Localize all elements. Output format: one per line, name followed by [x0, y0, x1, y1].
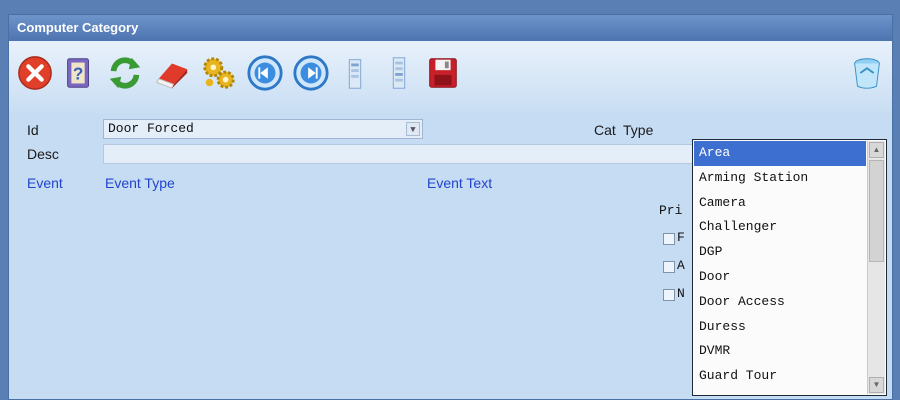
type-option[interactable]: Duress: [694, 315, 866, 340]
cat-label: Cat: [594, 122, 616, 138]
eraser-button[interactable]: [152, 53, 192, 93]
option-checkbox-1-label: F: [677, 230, 685, 245]
id-label: Id: [27, 122, 39, 138]
svg-text:?: ?: [73, 65, 83, 84]
scrollbar-thumb[interactable]: [869, 160, 884, 262]
event-type-header: Event Type: [105, 175, 175, 191]
page-down-button[interactable]: [379, 53, 419, 93]
type-dropdown-items: Area Arming Station Camera Challenger DGP Doo…: [694, 141, 866, 389]
toolbar: ?: [9, 41, 892, 113]
event-text-header: Event Text: [427, 175, 493, 191]
chevron-down-icon[interactable]: ▼: [406, 122, 420, 136]
type-option[interactable]: Guard Tour: [694, 364, 866, 389]
pri-label: Pri: [659, 203, 683, 218]
settings-button[interactable]: [199, 53, 239, 93]
save-icon: [429, 58, 457, 88]
page-up-icon: [348, 59, 362, 89]
desc-field[interactable]: [103, 144, 693, 164]
close-icon: [18, 56, 52, 90]
scroll-down-icon[interactable]: ▼: [869, 377, 884, 393]
gears-icon: [203, 57, 235, 89]
type-option[interactable]: Challenger: [694, 215, 866, 240]
recycle-bin-icon: [854, 58, 880, 89]
type-option[interactable]: Arming Station: [694, 166, 866, 191]
option-checkbox-3-label: N: [677, 286, 685, 301]
option-checkbox-3[interactable]: [663, 289, 675, 301]
dropdown-scrollbar[interactable]: ▲ ▼: [867, 141, 885, 394]
type-dropdown-list[interactable]: Area Arming Station Camera Challenger DGP Doo…: [692, 139, 887, 396]
type-option[interactable]: DVMR: [694, 339, 866, 364]
refresh-icon: [109, 57, 141, 89]
event-header: Event: [27, 175, 63, 191]
type-option[interactable]: Door Access: [694, 290, 866, 315]
type-option[interactable]: Camera: [694, 191, 866, 216]
window-title: Computer Category: [9, 15, 892, 41]
save-button[interactable]: [423, 53, 463, 93]
next-button[interactable]: [291, 53, 331, 93]
id-combobox[interactable]: Door Forced ▼: [103, 119, 423, 139]
next-icon: [293, 55, 329, 91]
help-book-icon: ?: [67, 58, 89, 88]
desc-label: Desc: [27, 146, 59, 162]
page-up-button[interactable]: [335, 53, 375, 93]
recycle-bin-button[interactable]: [847, 53, 887, 93]
page-down-icon: [392, 57, 406, 89]
type-option[interactable]: Area: [694, 141, 866, 166]
close-button[interactable]: [15, 53, 55, 93]
type-option[interactable]: DGP: [694, 240, 866, 265]
refresh-button[interactable]: [105, 53, 145, 93]
type-label: Type: [623, 122, 654, 138]
type-option[interactable]: Door: [694, 265, 866, 290]
option-checkbox-1[interactable]: [663, 233, 675, 245]
option-checkbox-2[interactable]: [663, 261, 675, 273]
option-checkbox-2-label: A: [677, 258, 685, 273]
previous-icon: [247, 55, 283, 91]
id-combobox-value: Door Forced: [108, 121, 194, 136]
scroll-up-icon[interactable]: ▲: [869, 142, 884, 158]
previous-button[interactable]: [245, 53, 285, 93]
help-button[interactable]: ?: [59, 53, 99, 93]
computer-category-window: Computer Category ? Id Door Forced ▼ Cat…: [8, 14, 893, 400]
eraser-icon: [156, 63, 188, 89]
